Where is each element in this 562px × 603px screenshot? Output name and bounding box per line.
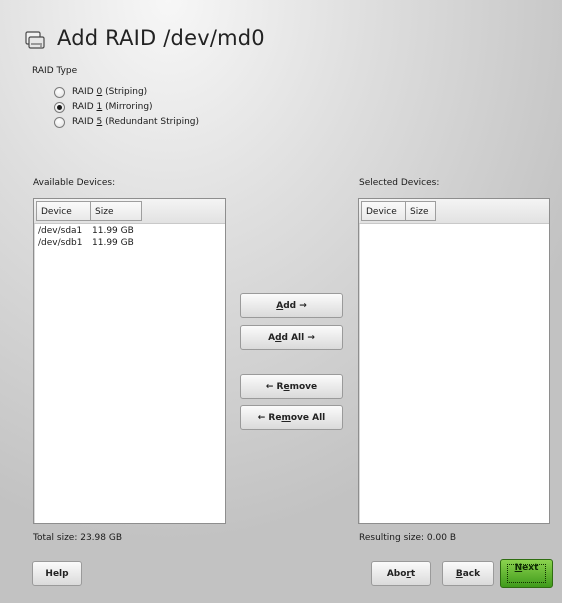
selected-devices-table[interactable]: Device Size xyxy=(358,198,550,524)
add-button[interactable]: Add → xyxy=(240,293,343,318)
raid-5-label: RAID 5 (Redundant Striping) xyxy=(72,117,200,127)
available-devices-table[interactable]: Device Size /dev/sda1 11.99 GB /dev/sdb1… xyxy=(33,198,226,524)
table-header: Device Size xyxy=(359,199,549,224)
device-cell: /dev/sdb1 xyxy=(38,238,83,248)
radio-button-checked[interactable] xyxy=(54,101,65,113)
next-button[interactable]: Next xyxy=(500,559,553,588)
raid-1-option[interactable]: RAID 1 (Mirroring) xyxy=(54,100,153,114)
remove-button[interactable]: ← Remove xyxy=(240,374,343,399)
radio-button[interactable] xyxy=(54,116,65,128)
device-cell: /dev/sda1 xyxy=(38,226,83,236)
column-header-device[interactable]: Device xyxy=(36,201,91,221)
raid-0-label: RAID 0 (Striping) xyxy=(72,87,148,97)
raid-5-option[interactable]: RAID 5 (Redundant Striping) xyxy=(54,115,199,129)
abort-button[interactable]: Abort xyxy=(371,561,431,586)
back-button[interactable]: Back xyxy=(442,561,494,586)
hard-drive-icon xyxy=(25,31,45,49)
total-size-label: Total size: 23.98 GB xyxy=(33,533,122,543)
resulting-size-label: Resulting size: 0.00 B xyxy=(359,533,457,543)
raid-type-label: RAID Type xyxy=(32,66,78,76)
add-all-button[interactable]: Add All → xyxy=(240,325,343,350)
raid-1-label: RAID 1 (Mirroring) xyxy=(72,102,153,112)
selected-devices-label: Selected Devices: xyxy=(359,178,440,188)
column-header-device[interactable]: Device xyxy=(361,201,406,221)
raid-dialog: { "header": { "title": "Add RAID /dev/md… xyxy=(0,0,562,603)
column-header-size[interactable]: Size xyxy=(405,201,436,221)
size-cell: 11.99 GB xyxy=(92,238,134,248)
next-label: Next xyxy=(514,563,539,573)
column-header-size[interactable]: Size xyxy=(90,201,142,221)
size-cell: 11.99 GB xyxy=(92,226,134,236)
raid-0-option[interactable]: RAID 0 (Striping) xyxy=(54,85,147,99)
help-button[interactable]: Help xyxy=(32,561,82,586)
table-header: Device Size xyxy=(34,199,225,224)
page-title: Add RAID /dev/md0 xyxy=(57,26,265,50)
remove-all-button[interactable]: ← Remove All xyxy=(240,405,343,430)
available-devices-label: Available Devices: xyxy=(33,178,116,188)
radio-button[interactable] xyxy=(54,86,65,98)
